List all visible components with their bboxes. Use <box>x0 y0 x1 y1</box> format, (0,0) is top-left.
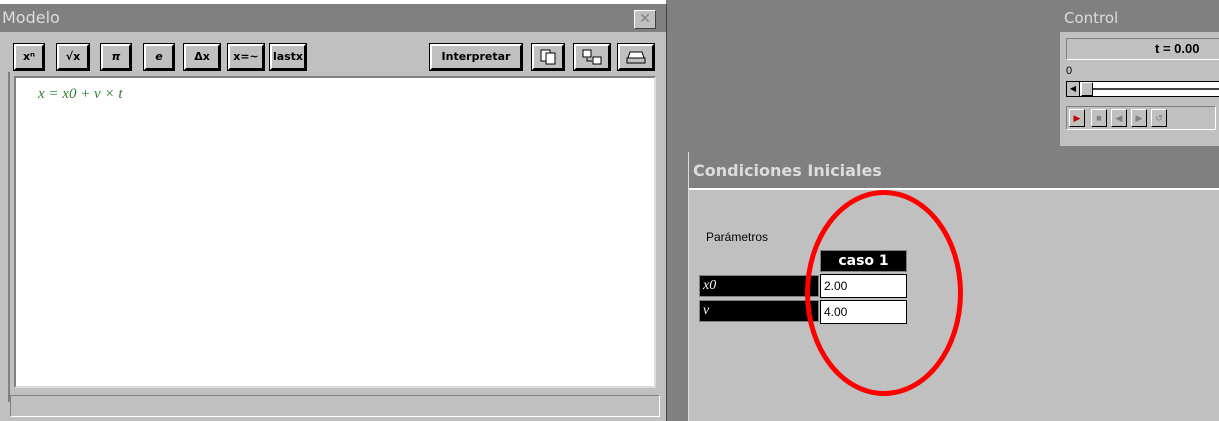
interpretar-button[interactable]: Interpretar <box>429 43 523 71</box>
condiciones-title: Condiciones Iniciales <box>693 161 882 180</box>
window-arrange-icon-glyph <box>582 49 602 65</box>
play-icon[interactable]: ▶ <box>1069 109 1085 127</box>
control-titlebar[interactable]: Control <box>1060 4 1219 32</box>
print-icon[interactable] <box>617 43 655 71</box>
approx-button[interactable]: x=~ <box>227 43 265 71</box>
highlight-annotation <box>805 190 963 396</box>
model-equation[interactable]: x = x0 + v × t <box>38 86 123 103</box>
reset-icon[interactable]: ↺ <box>1151 109 1167 127</box>
print-icon-glyph <box>626 51 646 64</box>
modelo-window: Modelo ✕ xⁿ √x π e Δx x=~ lastx Interpre… <box>0 4 667 421</box>
sqrt-button[interactable]: √x <box>56 43 90 71</box>
playback-controls: ▶ ■ ◀ ▶ ↺ <box>1066 106 1216 130</box>
pi-button[interactable]: π <box>100 43 132 71</box>
last-value-button[interactable]: lastx <box>269 43 307 71</box>
modelo-statusbar <box>10 395 660 417</box>
close-button[interactable]: ✕ <box>634 10 656 29</box>
window-arrange-icon[interactable] <box>573 43 611 71</box>
slider-left-arrow-icon[interactable]: ◀ <box>1067 82 1080 96</box>
modelo-title: Modelo <box>2 8 60 27</box>
slider-min-label: 0 <box>1066 65 1073 77</box>
copy-icon-glyph <box>540 49 556 65</box>
time-readout: t = 0.00 <box>1066 38 1219 60</box>
slider-line <box>1093 88 1219 90</box>
copy-icon[interactable] <box>531 43 565 71</box>
control-title: Control <box>1064 9 1119 27</box>
param-label-x0: x0 <box>699 275 819 297</box>
pause-icon[interactable]: ■ <box>1091 109 1107 127</box>
step-back-icon[interactable]: ◀ <box>1111 109 1127 127</box>
param-label-v: v <box>699 300 819 322</box>
modelo-titlebar[interactable]: Modelo ✕ <box>0 4 666 32</box>
control-window: Control t = 0.00 0 ◀ ▶ ■ ◀ ▶ ↺ <box>1060 4 1219 146</box>
time-slider[interactable]: ◀ <box>1066 81 1219 97</box>
step-forward-icon[interactable]: ▶ <box>1131 109 1147 127</box>
modelo-left-edge <box>8 72 10 402</box>
power-button[interactable]: xⁿ <box>13 43 45 71</box>
delta-button[interactable]: Δx <box>183 43 221 71</box>
modelo-toolbar: xⁿ √x π e Δx x=~ lastx Interpretar <box>0 43 666 72</box>
e-button[interactable]: e <box>143 43 175 71</box>
condiciones-titlebar[interactable]: Condiciones Iniciales <box>689 152 1219 188</box>
params-label: Parámetros <box>706 230 769 244</box>
equation-editor[interactable]: x = x0 + v × t <box>14 76 656 388</box>
title-separator <box>689 188 1219 190</box>
slider-thumb[interactable] <box>1081 82 1093 96</box>
